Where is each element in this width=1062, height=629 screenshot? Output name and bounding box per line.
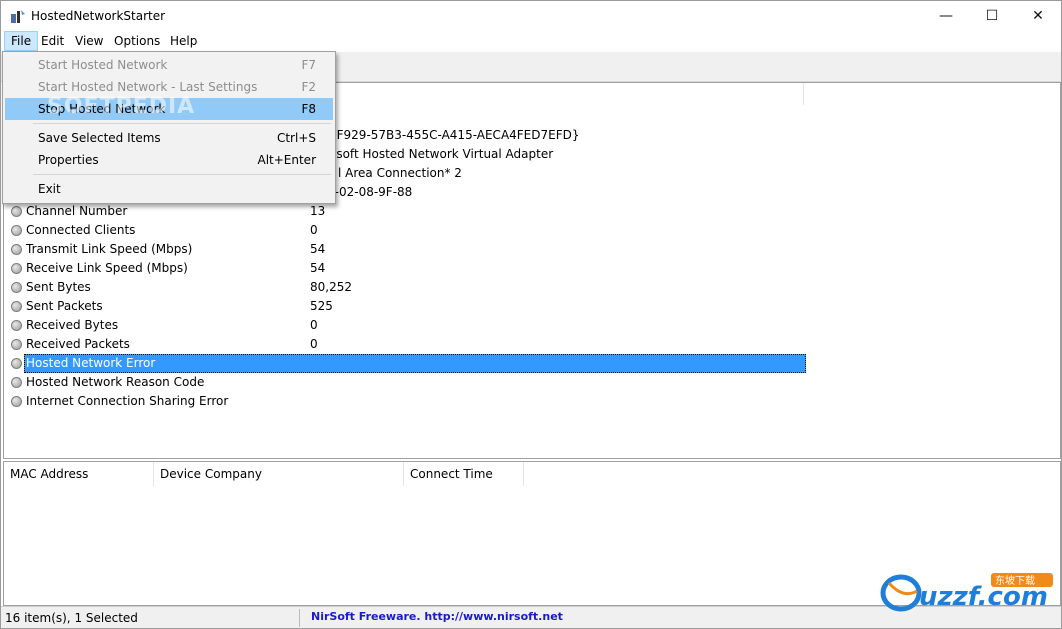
list-item[interactable]: Sent Bytes 80,252	[4, 278, 1060, 297]
maximize-button[interactable]: ☐	[969, 1, 1015, 31]
list-item[interactable]: Connected Clients 0	[4, 221, 1060, 240]
status-bullet-icon	[11, 206, 22, 217]
status-bullet-icon	[11, 263, 22, 274]
status-bullet-icon	[11, 282, 22, 293]
nirsoft-link[interactable]: NirSoft Freeware. http://www.nirsoft.net	[311, 610, 563, 623]
menu-item-save-selected-items[interactable]: Save Selected Items Ctrl+S	[5, 127, 333, 149]
row-name: Sent Bytes	[26, 280, 91, 294]
row-value: 0-02-08-9F-88	[327, 185, 413, 199]
window-title: HostedNetworkStarter	[31, 9, 166, 23]
menu-separator	[33, 174, 331, 175]
menu-item-start-hosted-network[interactable]: Start Hosted Network F7	[5, 54, 333, 76]
close-button[interactable]: ✕	[1015, 1, 1061, 31]
menu-edit[interactable]: Edit	[35, 31, 70, 51]
status-bullet-icon	[11, 377, 22, 388]
row-value: 80,252	[310, 280, 352, 294]
list-item[interactable]: Channel Number 13	[4, 202, 1060, 221]
column-header-mac-address[interactable]: MAC Address	[4, 462, 154, 486]
row-value: 0	[310, 337, 318, 351]
row-name: Internet Connection Sharing Error	[26, 394, 229, 408]
list-item[interactable]: Transmit Link Speed (Mbps) 54	[4, 240, 1060, 259]
status-bullet-icon	[11, 225, 22, 236]
list-item[interactable]: Received Bytes 0	[4, 316, 1060, 335]
minimize-button[interactable]: —	[923, 1, 969, 31]
row-value: 0	[310, 318, 318, 332]
status-bullet-icon	[11, 339, 22, 350]
app-window: HostedNetworkStarter — ☐ ✕ File Edit Vie…	[0, 0, 1062, 629]
uzzf-logo: uzzf.com 东坡下载	[880, 573, 1053, 612]
list-item[interactable]: Hosted Network Reason Code	[4, 373, 1060, 392]
list-item[interactable]: Internet Connection Sharing Error	[4, 392, 1060, 411]
list-item[interactable]: Received Packets 0	[4, 335, 1060, 354]
status-bullet-icon	[11, 301, 22, 312]
menu-item-exit[interactable]: Exit	[5, 178, 333, 200]
row-value: 13	[310, 204, 326, 218]
menu-file[interactable]: File	[4, 31, 39, 51]
brand-subtext: 东坡下载	[995, 574, 1035, 587]
status-bullet-icon	[11, 320, 22, 331]
column-header-value[interactable]: e	[304, 83, 804, 105]
list-item[interactable]: Sent Packets 525	[4, 297, 1060, 316]
row-name: Sent Packets	[26, 299, 103, 313]
row-value: 54	[310, 261, 326, 275]
row-value: 525	[310, 299, 333, 313]
column-header-device-company[interactable]: Device Company	[154, 462, 404, 486]
file-menu-dropdown: Start Hosted Network F7 Start Hosted Net…	[2, 51, 336, 204]
network-app-icon	[11, 10, 25, 23]
row-name: Receive Link Speed (Mbps)	[26, 261, 188, 275]
status-item-count: 16 item(s), 1 Selected	[5, 611, 138, 625]
row-name: Transmit Link Speed (Mbps)	[26, 242, 193, 256]
softpedia-watermark: SOFTPEDIA	[47, 94, 196, 119]
menu-help[interactable]: Help	[164, 31, 203, 51]
row-value: osoft Hosted Network Virtual Adapter	[329, 147, 554, 161]
column-header-connect-time[interactable]: Connect Time	[404, 462, 524, 486]
menu-view[interactable]: View	[69, 31, 109, 51]
row-name: Hosted Network Reason Code	[26, 375, 205, 389]
row-value: 0	[310, 223, 318, 237]
status-bullet-icon	[11, 358, 22, 369]
menu-bar: File Edit View Options Help	[1, 31, 1061, 51]
menu-options[interactable]: Options	[108, 31, 166, 51]
row-name: Received Bytes	[26, 318, 119, 332]
row-value: 54	[310, 242, 326, 256]
status-divider	[299, 609, 300, 627]
list-item-selected[interactable]: Hosted Network Error	[4, 354, 1060, 373]
menu-separator	[33, 123, 331, 124]
row-name: Received Packets	[26, 337, 130, 351]
row-name: Hosted Network Error	[26, 356, 156, 370]
status-bullet-icon	[11, 396, 22, 407]
status-bullet-icon	[11, 244, 22, 255]
row-name: Channel Number	[26, 204, 128, 218]
menu-item-properties[interactable]: Properties Alt+Enter	[5, 149, 333, 171]
list-item[interactable]: Receive Link Speed (Mbps) 54	[4, 259, 1060, 278]
row-name: Connected Clients	[26, 223, 136, 237]
title-bar[interactable]: HostedNetworkStarter — ☐ ✕	[1, 1, 1061, 31]
row-value: l Area Connection* 2	[338, 166, 462, 180]
row-value: 8F929-57B3-455C-A415-AECA4FED7EFD}	[329, 128, 580, 142]
